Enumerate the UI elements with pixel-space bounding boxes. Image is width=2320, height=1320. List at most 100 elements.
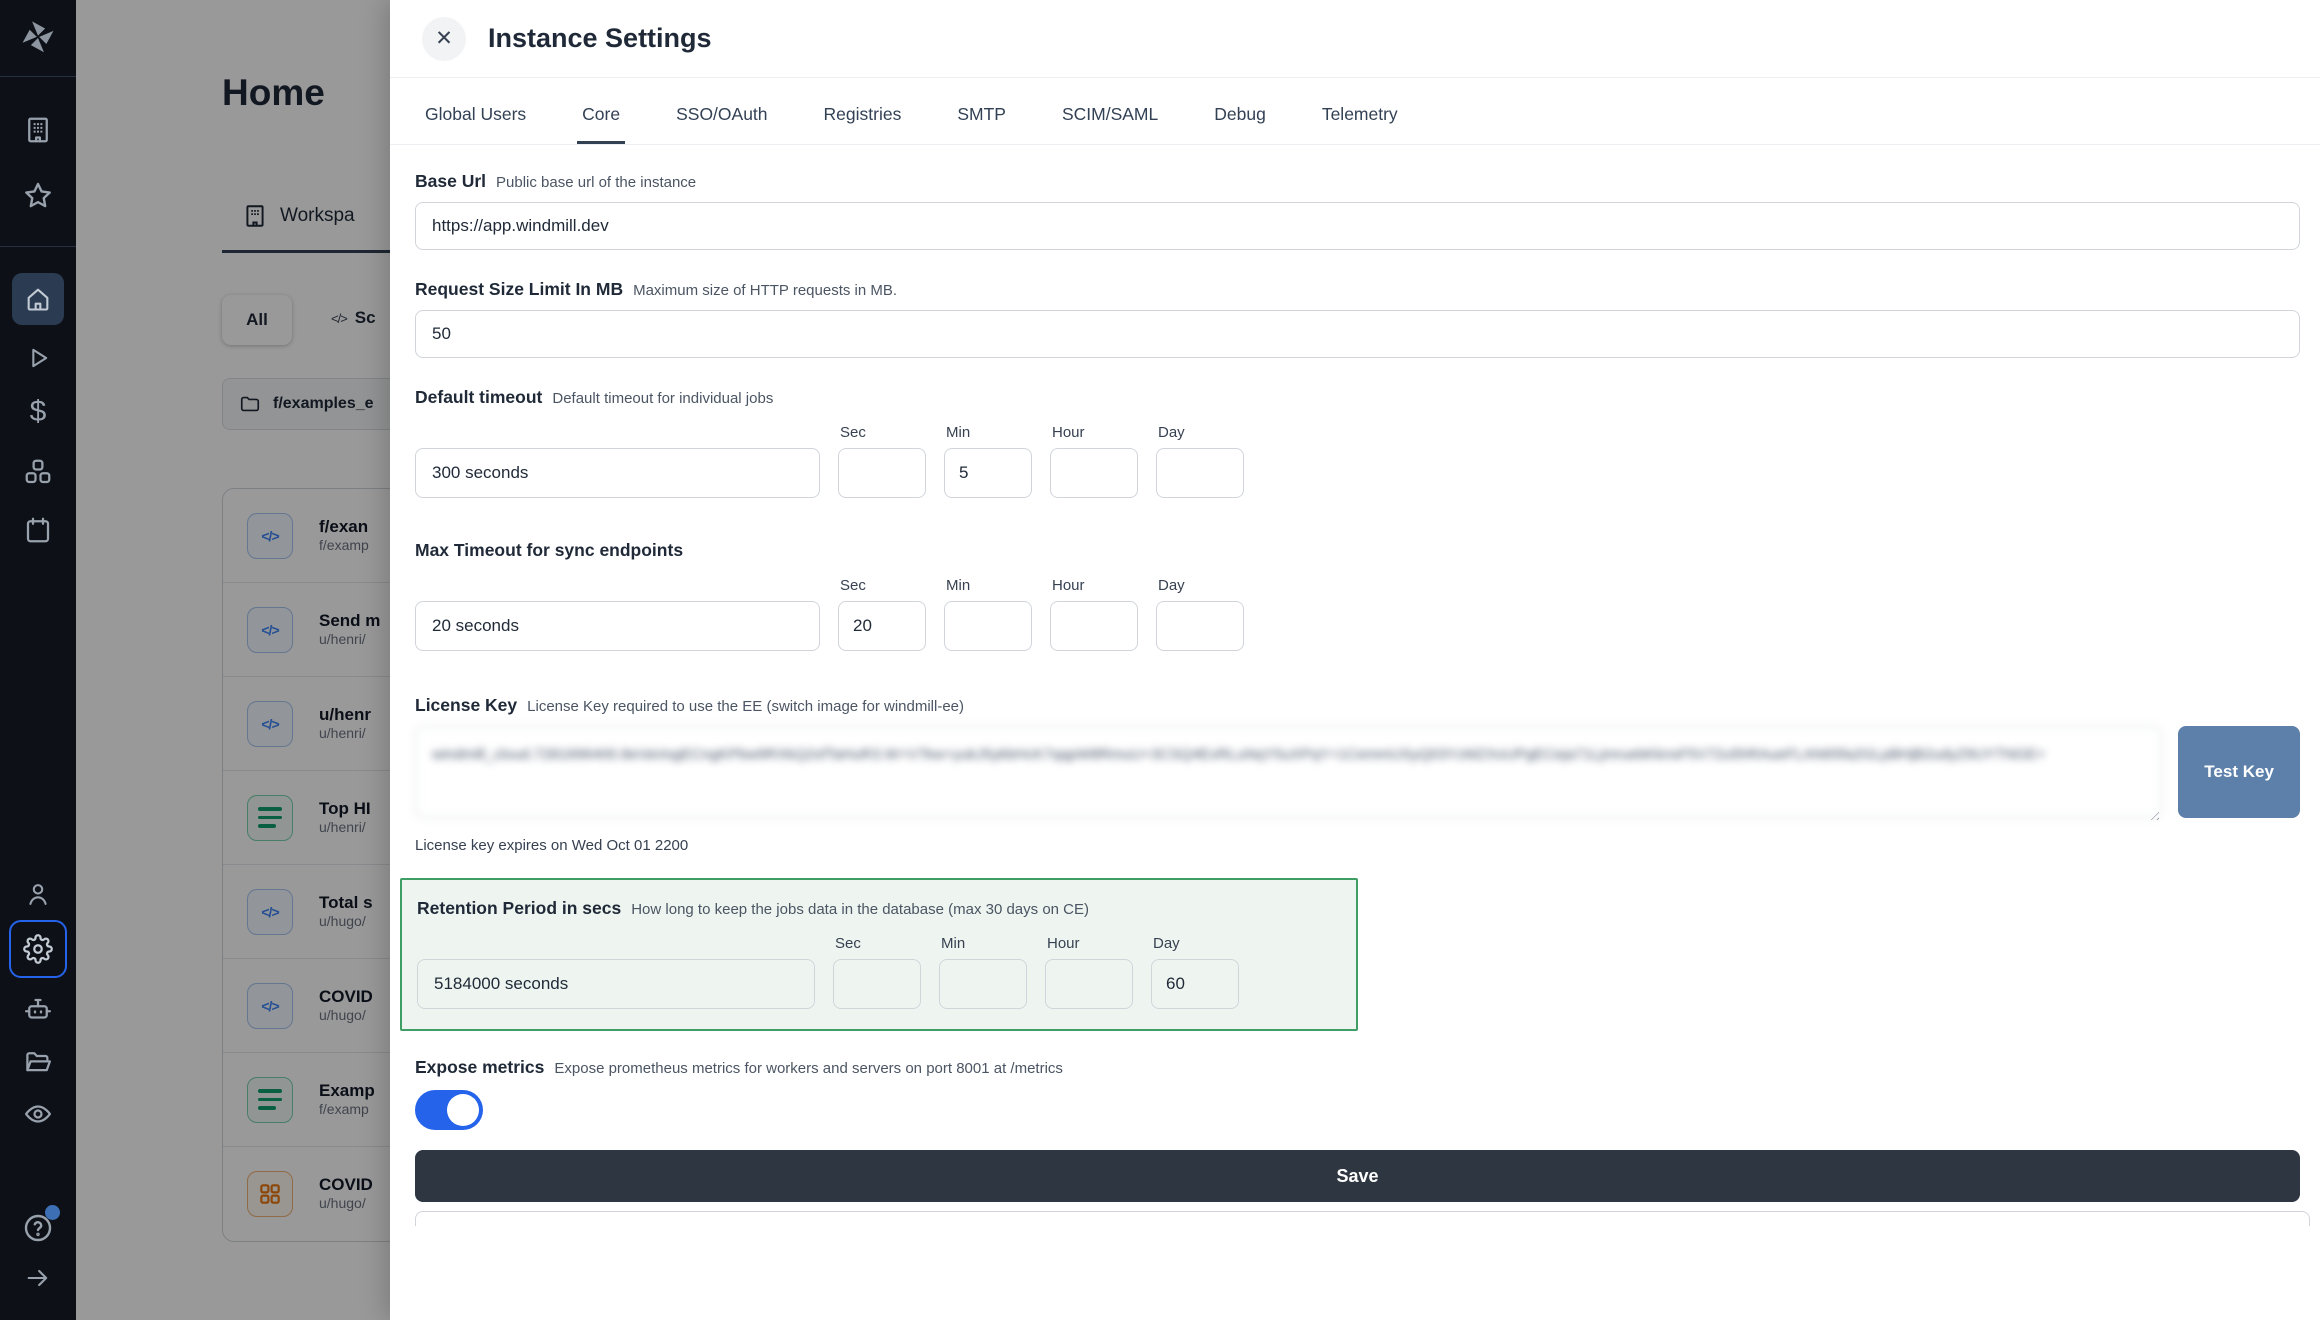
retention-day-input[interactable] [1151, 959, 1239, 1009]
item-path: u/hugo/ [319, 913, 366, 929]
field-request-size: Request Size Limit In MB Maximum size of… [415, 279, 2300, 358]
eye-icon[interactable] [0, 1092, 76, 1136]
license-expiry-text: License key expires on Wed Oct 01 2200 [415, 837, 2300, 854]
default-timeout-input[interactable] [415, 448, 820, 498]
flow-icon [247, 1077, 293, 1123]
tab-global-users[interactable]: Global Users [420, 104, 531, 144]
item-path: u/hugo/ [319, 1195, 366, 1211]
script-icon: </> [247, 607, 293, 653]
item-title: Top HI [319, 799, 371, 818]
collapse-arrow-icon[interactable] [0, 1256, 76, 1300]
script-icon: </> [247, 889, 293, 935]
default-timeout-min-input[interactable] [944, 448, 1032, 498]
script-icon: </> [247, 513, 293, 559]
script-icon: </> [247, 701, 293, 747]
runs-icon[interactable] [0, 336, 76, 380]
request-size-input[interactable] [415, 310, 2300, 358]
default-timeout-day-input[interactable] [1156, 448, 1244, 498]
variables-icon[interactable]: $ [0, 390, 76, 434]
default-timeout-sec-input[interactable] [838, 448, 926, 498]
folder-open-icon[interactable] [0, 1040, 76, 1084]
day-label: Day [1151, 935, 1239, 952]
hour-label: Hour [1050, 577, 1138, 594]
building-icon [242, 203, 268, 229]
script-icon: </> [247, 983, 293, 1029]
field-default-timeout: Default timeout Default timeout for indi… [415, 387, 2300, 498]
field-helper: Maximum size of HTTP requests in MB. [633, 282, 897, 299]
field-retention-period: Retention Period in secs How long to kee… [400, 878, 1358, 1031]
retention-min-input[interactable] [939, 959, 1027, 1009]
field-label: Base Url [415, 171, 486, 192]
item-title: Send m [319, 611, 380, 630]
default-timeout-hour-input[interactable] [1050, 448, 1138, 498]
field-label: Default timeout [415, 387, 542, 408]
tab-workspace-label: Workspa [280, 205, 355, 227]
max-timeout-day-input[interactable] [1156, 601, 1244, 651]
star-icon[interactable] [0, 174, 76, 218]
bot-icon[interactable] [0, 988, 76, 1032]
building-icon[interactable] [0, 108, 76, 152]
base-url-input[interactable] [415, 202, 2300, 250]
max-timeout-sec-input[interactable] [838, 601, 926, 651]
save-button[interactable]: Save [415, 1150, 2300, 1202]
field-license-key: License Key License Key required to use … [415, 695, 2300, 854]
sidebar-divider [0, 246, 76, 247]
max-timeout-min-input[interactable] [944, 601, 1032, 651]
item-path: u/henri/ [319, 725, 366, 741]
tab-debug[interactable]: Debug [1209, 104, 1271, 144]
page-title: Home [222, 72, 325, 114]
modal-title: Instance Settings [488, 23, 712, 54]
field-max-timeout: Max Timeout for sync endpoints Sec Min H… [415, 540, 2300, 651]
sec-label: Sec [833, 935, 921, 952]
help-icon[interactable] [0, 1208, 76, 1252]
sidebar-item-home[interactable] [12, 273, 64, 325]
field-helper: Public base url of the instance [496, 174, 696, 191]
next-field-partial [415, 1211, 2310, 1226]
tab-scim-saml[interactable]: SCIM/SAML [1057, 104, 1163, 144]
field-label: Expose metrics [415, 1057, 544, 1078]
field-label: Request Size Limit In MB [415, 279, 623, 300]
tab-core[interactable]: Core [577, 104, 625, 144]
item-title: COVID [319, 1175, 373, 1194]
field-helper: License Key required to use the EE (swit… [527, 698, 964, 715]
item-path: f/examp [319, 1101, 369, 1117]
item-path: u/henri/ [319, 631, 366, 647]
tab-telemetry[interactable]: Telemetry [1317, 104, 1403, 144]
close-icon[interactable]: ✕ [422, 17, 466, 61]
filter-all-button[interactable]: All [222, 295, 292, 345]
tab-sso-oauth[interactable]: SSO/OAuth [671, 104, 772, 144]
resources-icon[interactable] [0, 450, 76, 494]
field-expose-metrics: Expose metrics Expose prometheus metrics… [415, 1057, 2300, 1130]
tab-registries[interactable]: Registries [819, 104, 907, 144]
item-path: f/examp [319, 537, 369, 553]
retention-hour-input[interactable] [1045, 959, 1133, 1009]
test-key-button[interactable]: Test Key [2178, 726, 2300, 818]
sidebar-divider [0, 76, 76, 77]
expose-metrics-toggle[interactable] [415, 1090, 483, 1130]
sidebar-item-settings[interactable] [9, 920, 67, 978]
sidebar: $ [0, 0, 76, 1320]
item-title: COVID [319, 987, 373, 1006]
sec-label: Sec [838, 424, 926, 441]
tab-smtp[interactable]: SMTP [952, 104, 1011, 144]
max-timeout-input[interactable] [415, 601, 820, 651]
schedules-icon[interactable] [0, 508, 76, 552]
hour-label: Hour [1045, 935, 1133, 952]
field-label: License Key [415, 695, 517, 716]
folder-icon [239, 393, 261, 415]
user-icon[interactable] [0, 872, 76, 916]
field-label: Retention Period in secs [417, 898, 621, 919]
app-icon [247, 1171, 293, 1217]
windmill-logo-icon[interactable] [0, 16, 76, 60]
item-title: Examp [319, 1081, 375, 1100]
item-title: f/exan [319, 517, 368, 536]
toggle-knob [447, 1094, 479, 1126]
retention-sec-input[interactable] [833, 959, 921, 1009]
item-path: u/hugo/ [319, 1007, 366, 1023]
max-timeout-hour-input[interactable] [1050, 601, 1138, 651]
field-label: Max Timeout for sync endpoints [415, 540, 683, 561]
license-key-textarea[interactable]: windmill_cloud.7281696400.8eVaVogECngKPb… [415, 726, 2162, 818]
filter-scripts-button[interactable]: </> Sc [331, 308, 376, 328]
tab-workspace[interactable]: Workspa [242, 203, 355, 229]
retention-input[interactable] [417, 959, 815, 1009]
